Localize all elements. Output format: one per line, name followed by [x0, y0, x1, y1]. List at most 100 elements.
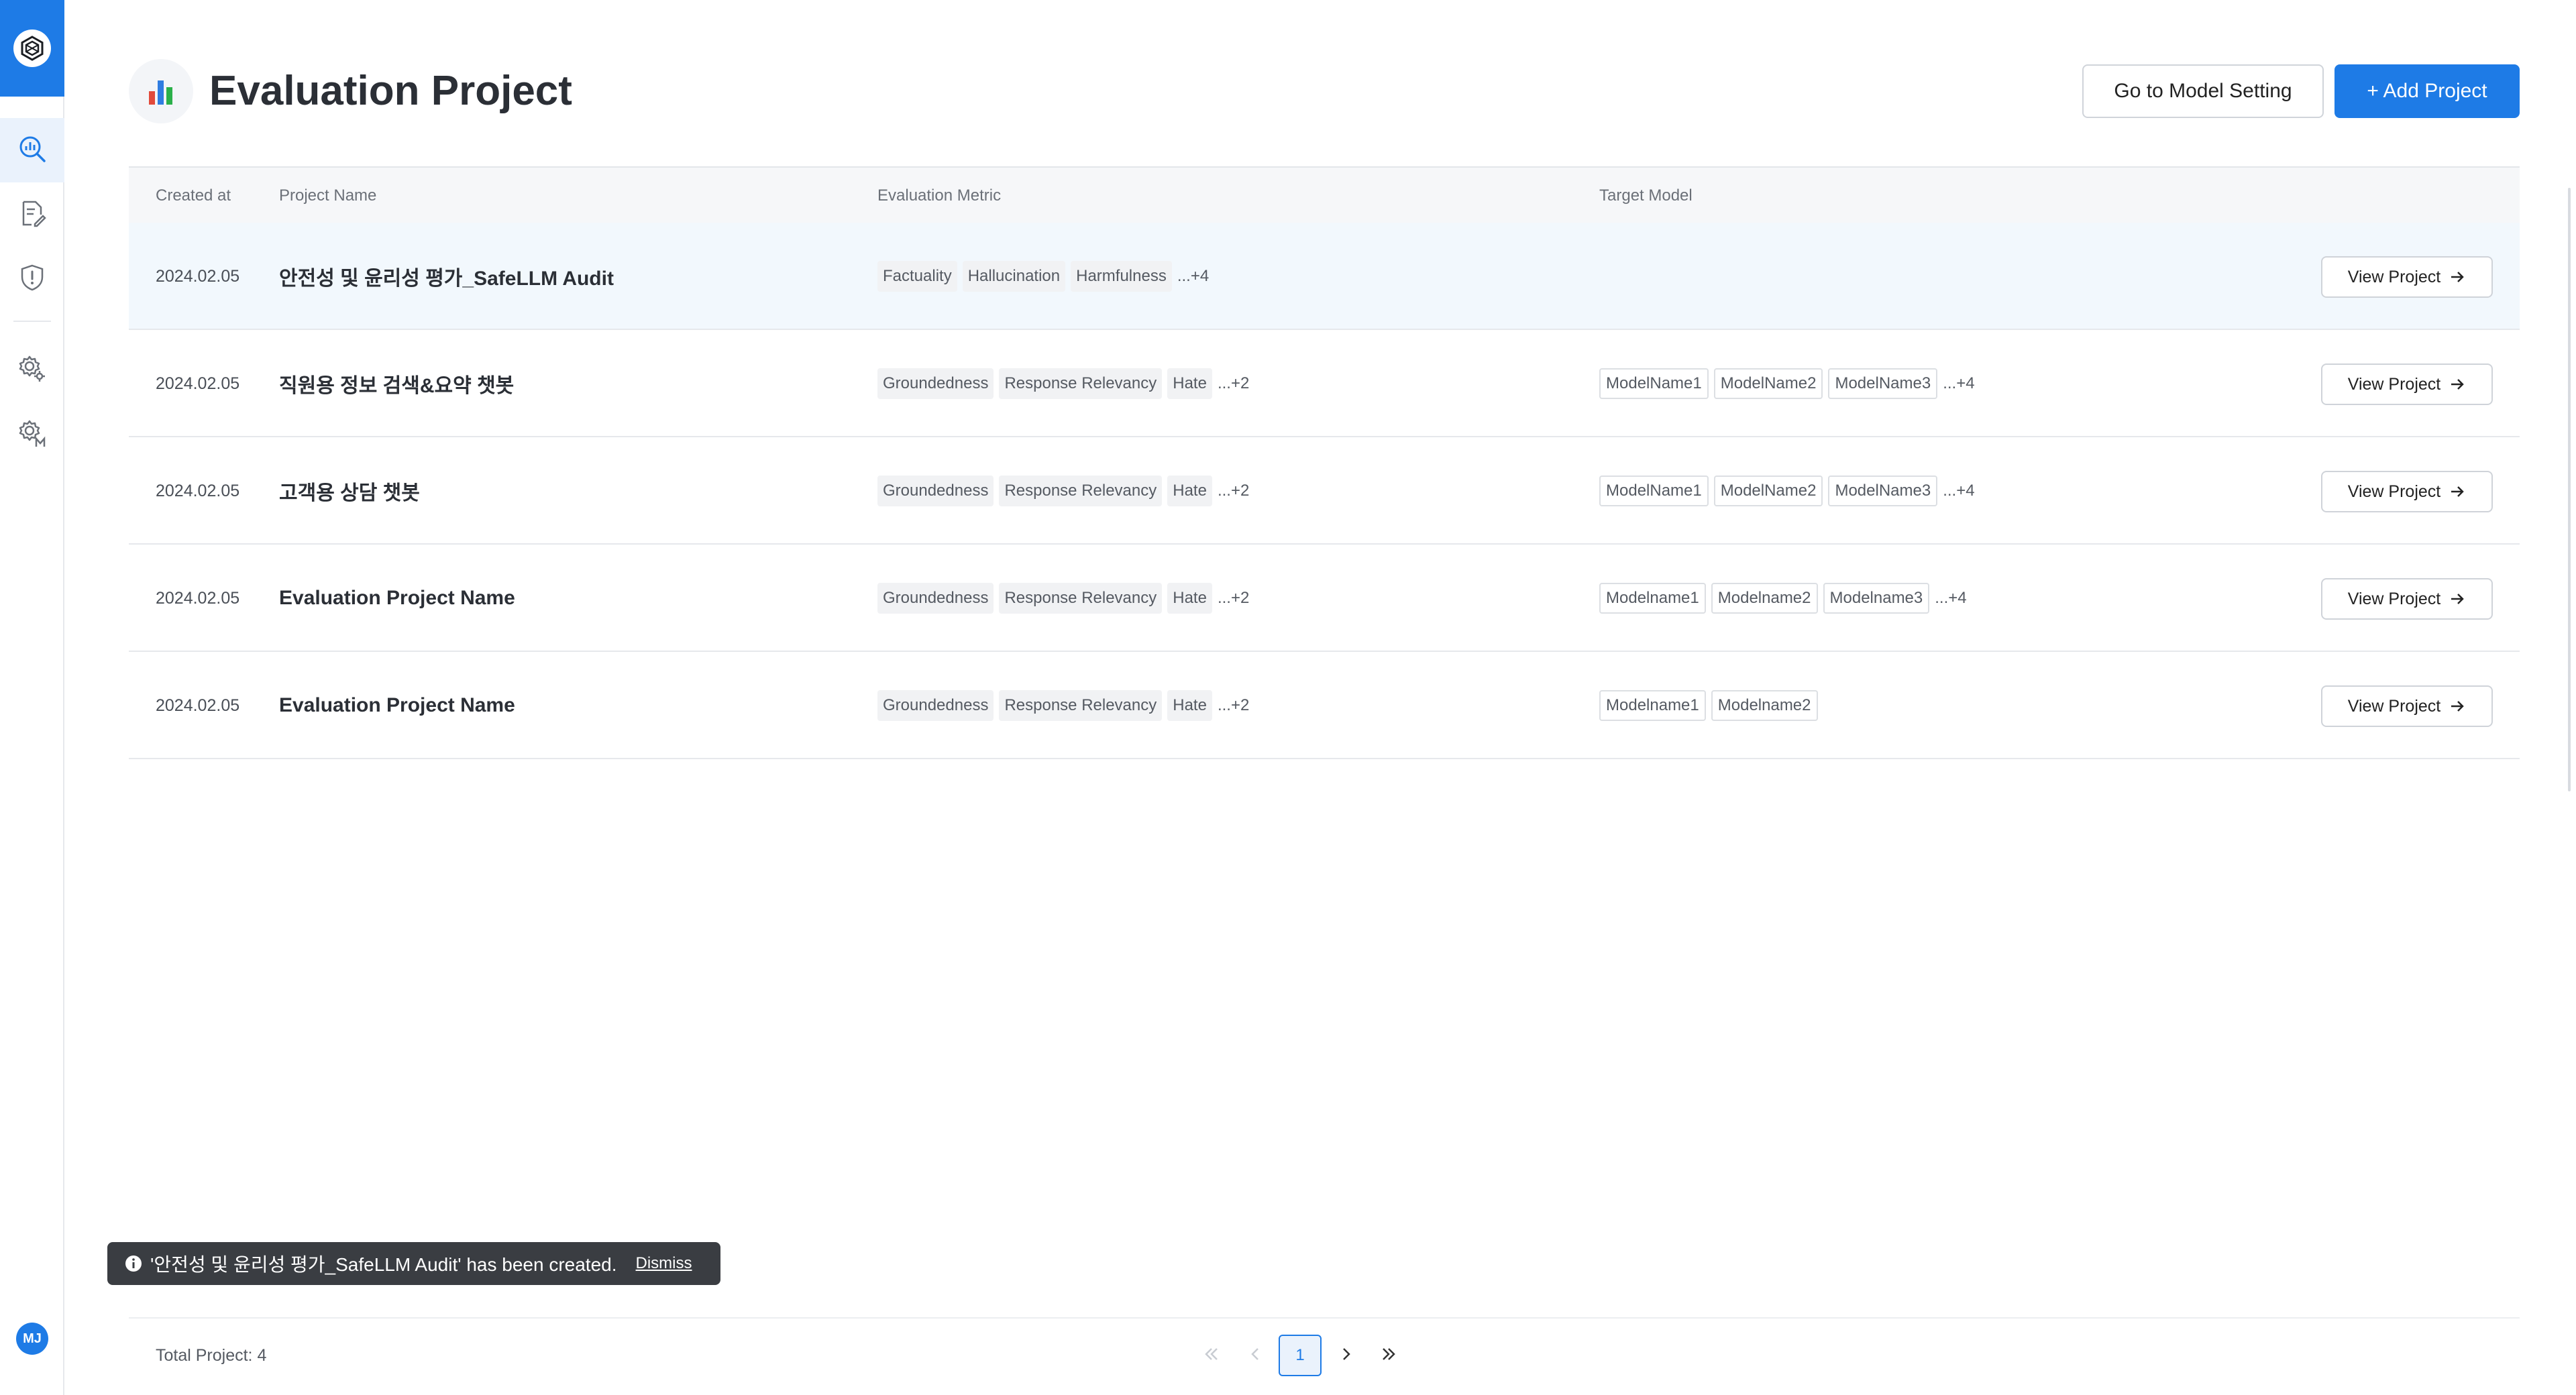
view-project-button[interactable]: View Project — [2321, 685, 2493, 727]
model-more-count: ...+4 — [1943, 482, 1975, 500]
project-name[interactable]: 직원용 정보 검색&요약 챗봇 — [279, 330, 514, 437]
table-row[interactable]: 2024.02.05 Evaluation Project Name Grounde… — [129, 652, 2520, 759]
created-date: 2024.02.05 — [156, 695, 240, 715]
model-tags: Modelname1 Modelname2 Modelname3 ...+4 — [1599, 545, 1967, 652]
table-body: 2024.02.05 안전성 및 윤리성 평가_SafeLLM Audit Fact… — [129, 223, 2520, 759]
chart-search-icon — [17, 134, 47, 167]
model-tag: Modelname2 — [1711, 690, 1818, 721]
column-header-target-model[interactable]: Target Model — [1599, 168, 1693, 224]
dismiss-button[interactable]: Dismiss — [636, 1254, 692, 1273]
document-edit-icon — [17, 199, 47, 231]
table-row[interactable]: 2024.02.05 직원용 정보 검색&요약 챗봇 Groundedness Res… — [129, 330, 2520, 437]
arrow-right-icon — [2449, 376, 2466, 393]
model-tag: ModelName2 — [1713, 368, 1823, 399]
metric-tags: Groundedness Response Relevancy Hate ...+2 — [877, 652, 1249, 759]
first-page-button[interactable] — [1198, 1335, 1225, 1376]
metric-tag: Groundedness — [877, 368, 994, 399]
table-row[interactable]: 2024.02.05 고객용 상담 챗봇 Groundedness Response … — [129, 437, 2520, 545]
model-tag: ModelName1 — [1599, 476, 1709, 506]
project-name[interactable]: 고객용 상담 챗봇 — [279, 437, 420, 545]
footer-divider — [129, 1317, 2520, 1319]
chevron-right-icon — [1336, 1345, 1355, 1367]
last-page-button[interactable] — [1375, 1335, 1402, 1376]
view-project-button[interactable]: View Project — [2321, 471, 2493, 512]
sidebar-item-safety[interactable] — [0, 247, 64, 311]
model-tag: Modelname1 — [1599, 583, 1706, 614]
metric-tags: Groundedness Response Relevancy Hate ...+2 — [877, 545, 1249, 652]
sidebar-item-report[interactable] — [0, 182, 64, 247]
metric-tag: Hate — [1167, 690, 1212, 721]
page-number-current[interactable]: 1 — [1279, 1335, 1322, 1376]
sidebar-item-settings[interactable] — [0, 338, 64, 402]
metric-tag: Hate — [1167, 476, 1212, 506]
metric-tag: Response Relevancy — [999, 476, 1163, 506]
gear-icon — [17, 354, 47, 387]
column-header-created-at[interactable]: Created at — [156, 168, 231, 224]
view-project-button[interactable]: View Project — [2321, 578, 2493, 620]
logo-icon — [13, 30, 51, 67]
metric-tag: Response Relevancy — [999, 583, 1163, 614]
toast-message: '안전성 및 윤리성 평가_SafeLLM Audit' has been cr… — [150, 1254, 617, 1275]
metric-tag: Response Relevancy — [999, 368, 1163, 399]
view-project-label: View Project — [2347, 267, 2441, 286]
total-project-count: Total Project: 4 — [156, 1346, 267, 1365]
created-date: 2024.02.05 — [156, 481, 240, 500]
double-chevron-right-icon — [1379, 1345, 1398, 1367]
model-tags: Modelname1 Modelname2 — [1599, 652, 1823, 759]
project-name[interactable]: 안전성 및 윤리성 평가_SafeLLM Audit — [279, 223, 614, 330]
page-title: Evaluation Project — [209, 68, 572, 114]
model-tags: ModelName1 ModelName2 ModelName3 ...+4 — [1599, 330, 1975, 437]
created-date: 2024.02.05 — [156, 374, 240, 393]
table-row[interactable]: 2024.02.05 Evaluation Project Name Grounde… — [129, 545, 2520, 652]
gear-model-icon — [17, 418, 47, 451]
metric-more-count: ...+2 — [1217, 482, 1250, 500]
model-more-count: ...+4 — [1943, 374, 1975, 392]
view-project-label: View Project — [2347, 374, 2441, 394]
created-date: 2024.02.05 — [156, 266, 240, 286]
metric-more-count: ...+2 — [1217, 374, 1250, 392]
metric-tag: Hallucination — [962, 261, 1066, 292]
metric-tag: Groundedness — [877, 476, 994, 506]
sidebar-item-model-settings[interactable] — [0, 402, 64, 467]
arrow-right-icon — [2449, 268, 2466, 286]
metric-tag: Response Relevancy — [999, 690, 1163, 721]
go-to-model-setting-button[interactable]: Go to Model Setting — [2082, 64, 2324, 118]
model-more-count: ...+4 — [1935, 589, 1967, 607]
next-page-button[interactable] — [1332, 1335, 1359, 1376]
metric-tag: Factuality — [877, 261, 957, 292]
sidebar-item-evaluation[interactable] — [0, 118, 64, 182]
sidebar: MJ — [0, 0, 64, 1395]
scrollbar[interactable] — [2568, 188, 2571, 791]
project-name[interactable]: Evaluation Project Name — [279, 652, 515, 759]
info-icon — [125, 1255, 142, 1272]
shield-alert-icon — [17, 263, 47, 296]
column-header-evaluation-metric[interactable]: Evaluation Metric — [877, 168, 1001, 224]
metric-more-count: ...+2 — [1217, 589, 1250, 607]
column-header-project-name[interactable]: Project Name — [279, 168, 376, 224]
prev-page-button[interactable] — [1242, 1335, 1269, 1376]
project-table: Created at Project Name Evaluation Metri… — [129, 166, 2520, 759]
metric-tag: Hate — [1167, 368, 1212, 399]
view-project-button[interactable]: View Project — [2321, 364, 2493, 405]
metric-tags: Groundedness Response Relevancy Hate ...+2 — [877, 330, 1249, 437]
add-project-button[interactable]: + Add Project — [2334, 64, 2520, 118]
metric-tags: Factuality Hallucination Harmfulness ...+4 — [877, 223, 1209, 330]
model-tag: Modelname3 — [1823, 583, 1930, 614]
metric-tag: Hate — [1167, 583, 1212, 614]
table-row[interactable]: 2024.02.05 안전성 및 윤리성 평가_SafeLLM Audit Fact… — [129, 223, 2520, 330]
table-header: Created at Project Name Evaluation Metri… — [129, 166, 2520, 223]
avatar[interactable]: MJ — [16, 1323, 48, 1355]
chevron-left-icon — [1246, 1345, 1265, 1367]
metric-more-count: ...+4 — [1177, 267, 1210, 285]
metric-tag: Harmfulness — [1071, 261, 1172, 292]
project-name[interactable]: Evaluation Project Name — [279, 545, 515, 652]
toast-notification: '안전성 및 윤리성 평가_SafeLLM Audit' has been cr… — [107, 1242, 720, 1285]
view-project-button[interactable]: View Project — [2321, 256, 2493, 298]
logo[interactable] — [0, 0, 64, 97]
model-tag: Modelname2 — [1711, 583, 1818, 614]
metric-tag: Groundedness — [877, 583, 994, 614]
arrow-right-icon — [2449, 483, 2466, 500]
double-chevron-left-icon — [1202, 1345, 1221, 1367]
view-project-label: View Project — [2347, 696, 2441, 716]
metric-tag: Groundedness — [877, 690, 994, 721]
